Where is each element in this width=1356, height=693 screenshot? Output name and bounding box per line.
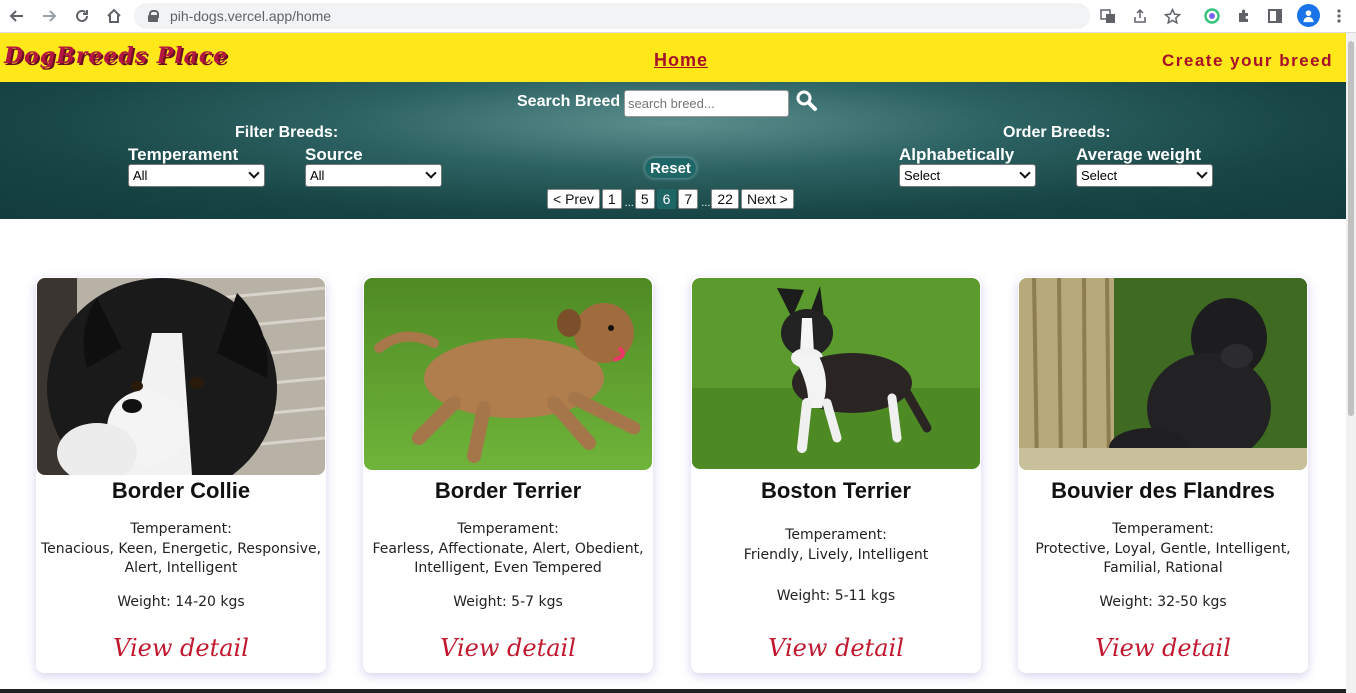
browser-toolbar: pih-dogs.vercel.app/home [0, 0, 1356, 33]
pagination: < Prev 1 ... 5 6 7 ... 22 Next > [547, 188, 796, 209]
breed-name: Bouvier des Flandres [1051, 478, 1275, 503]
search-icon[interactable] [795, 90, 819, 112]
address-bar[interactable]: pih-dogs.vercel.app/home [134, 3, 1090, 29]
reset-button[interactable]: Reset [645, 158, 696, 178]
weight-order-label: Average weight [1076, 145, 1202, 164]
site-logo[interactable]: DogBreeds Place [4, 43, 228, 69]
home-icon[interactable] [103, 5, 125, 27]
menu-kebab-icon[interactable] [1329, 6, 1349, 26]
weight-value: Weight: 14-20 kgs [117, 594, 245, 610]
chevron-down-icon [1196, 167, 1208, 179]
translate-icon[interactable] [1098, 6, 1118, 26]
sidepanel-icon[interactable] [1265, 6, 1285, 26]
puzzle-icon[interactable] [1234, 6, 1254, 26]
filter-panel: Search Breed Filter Breeds: Temperament … [0, 82, 1346, 219]
temperament-select[interactable]: All [128, 164, 265, 187]
search-input[interactable] [624, 90, 789, 117]
url-text: pih-dogs.vercel.app/home [170, 8, 332, 24]
temperament-value: Protective, Loyal, Gentle, Intelligent, … [1035, 541, 1291, 576]
reload-icon[interactable] [71, 5, 93, 27]
site-header: DogBreeds Place Home Create your breed [0, 33, 1346, 82]
chevron-down-icon [248, 167, 260, 179]
chevron-down-icon [1019, 167, 1031, 179]
profile-avatar-icon[interactable] [1297, 4, 1320, 27]
create-breed-link[interactable]: Create your breed [1162, 51, 1333, 71]
scrollbar-thumb[interactable] [1348, 41, 1354, 416]
view-detail-link[interactable]: View detail [363, 634, 653, 662]
breed-card: Border Collie Temperament: Tenacious, Ke… [36, 277, 326, 673]
extension-circle-icon[interactable] [1202, 6, 1222, 26]
weight-value: Weight: 32-50 kgs [1099, 594, 1227, 610]
temperament-label: Temperament: [457, 521, 559, 537]
alphabetical-select-value: Select [904, 168, 941, 183]
pagination-ellipsis: ... [624, 197, 634, 209]
breed-image [1019, 278, 1307, 470]
view-detail-link[interactable]: View detail [691, 634, 981, 662]
share-icon[interactable] [1130, 6, 1150, 26]
weight-order-select-value: Select [1081, 168, 1118, 183]
filter-title: Filter Breeds: [235, 124, 339, 141]
search-label: Search Breed [517, 93, 621, 110]
order-title: Order Breeds: [1003, 124, 1111, 141]
page-bottom-edge [0, 689, 1346, 693]
star-icon[interactable] [1162, 6, 1182, 26]
page-5-button[interactable]: 5 [634, 188, 655, 209]
view-detail-link[interactable]: View detail [1018, 634, 1308, 662]
breed-name: Border Collie [111, 478, 251, 503]
weight-order-select[interactable]: Select [1076, 164, 1213, 187]
alphabetical-select[interactable]: Select [899, 164, 1036, 187]
forward-icon[interactable] [38, 5, 60, 27]
home-link[interactable]: Home [654, 50, 708, 71]
lock-icon [148, 10, 159, 22]
breed-image [692, 278, 980, 469]
temperament-value: Friendly, Lively, Intelligent [743, 547, 929, 563]
page-6-button-current[interactable]: 6 [656, 188, 677, 209]
back-icon[interactable] [6, 5, 28, 27]
source-select-value: All [310, 168, 325, 183]
alphabetical-label: Alphabetically [899, 145, 1015, 164]
temperament-label: Temperament: [785, 527, 887, 543]
breed-image [37, 278, 325, 475]
temperament-select-value: All [133, 168, 148, 183]
source-label: Source [305, 145, 363, 164]
breed-card: Border Terrier Temperament: Fearless, Af… [363, 277, 653, 673]
page-22-button[interactable]: 22 [711, 188, 739, 209]
page-scrollbar[interactable] [1346, 33, 1356, 693]
source-select[interactable]: All [305, 164, 442, 187]
page-7-button[interactable]: 7 [678, 188, 699, 209]
page-1-button[interactable]: 1 [601, 188, 622, 209]
temperament-label: Temperament [128, 145, 239, 164]
temperament-value: Tenacious, Keen, Energetic, Responsive, … [40, 541, 322, 576]
view-detail-link[interactable]: View detail [36, 634, 326, 662]
temperament-label: Temperament: [130, 521, 232, 537]
breed-card: Bouvier des Flandres Temperament: Protec… [1018, 277, 1308, 673]
temperament-value: Fearless, Affectionate, Alert, Obedient,… [372, 541, 644, 576]
weight-value: Weight: 5-11 kgs [776, 588, 896, 604]
breed-card: Boston Terrier Temperament: Friendly, Li… [691, 277, 981, 673]
chevron-down-icon [425, 167, 437, 179]
breed-image [364, 278, 652, 470]
pagination-ellipsis: ... [701, 197, 711, 209]
weight-value: Weight: 5-7 kgs [453, 594, 563, 610]
next-page-button[interactable]: Next > [740, 188, 794, 209]
prev-page-button[interactable]: < Prev [547, 188, 600, 209]
breed-name: Border Terrier [434, 478, 582, 503]
temperament-label: Temperament: [1112, 521, 1214, 537]
breed-name: Boston Terrier [761, 478, 911, 503]
